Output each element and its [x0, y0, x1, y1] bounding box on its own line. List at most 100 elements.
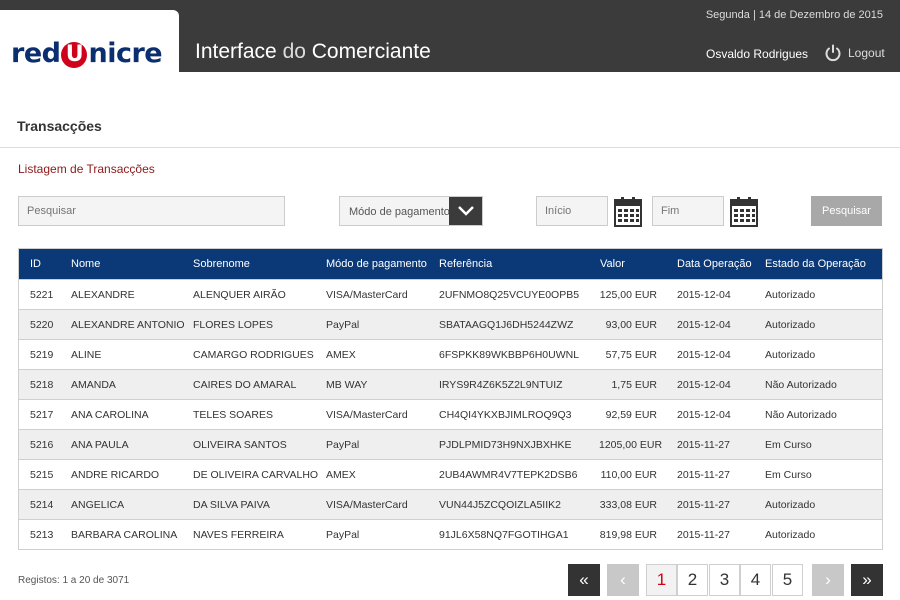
cell-date: 2015-12-04 — [677, 289, 731, 301]
cell-nome: ANGELICA — [71, 499, 125, 511]
column-header-sobrenome[interactable]: Sobrenome — [193, 249, 250, 279]
cell-id: 5221 — [30, 289, 54, 301]
cell-value: 1,75 EUR — [611, 379, 657, 391]
app-title-part-1: Interface — [195, 40, 283, 63]
start-date-input[interactable] — [536, 196, 608, 226]
cell-value: 93,00 EUR — [605, 319, 657, 331]
cell-sobrenome: ALENQUER AIRÃO — [193, 289, 286, 301]
app-title-part-2: do — [282, 40, 306, 63]
first-page-button[interactable]: « — [568, 564, 600, 596]
cell-value: 57,75 EUR — [605, 349, 657, 361]
cell-value: 1205,00 EUR — [599, 439, 663, 451]
calendar-icon[interactable] — [614, 196, 642, 227]
cell-payment-method: VISA/MasterCard — [326, 289, 408, 301]
page-button-3[interactable]: 3 — [709, 564, 740, 596]
column-header-reference[interactable]: Referência — [439, 249, 492, 279]
page-button-5[interactable]: 5 — [772, 564, 803, 596]
column-header-id[interactable]: ID — [30, 249, 41, 279]
table-row[interactable]: 5219 ALINE CAMARGO RODRIGUES AMEX 6FSPKK89WK… — [19, 339, 882, 369]
cell-reference: 2UB4AWMR4V7TEPK2DSB6 — [439, 469, 578, 481]
page-button-1[interactable]: 1 — [646, 564, 677, 596]
cell-date: 2015-11-27 — [677, 499, 730, 511]
user-name[interactable]: Osvaldo Rodrigues — [706, 47, 808, 61]
page-button-2[interactable]: 2 — [677, 564, 708, 596]
cell-nome: ANDRE RICARDO — [71, 469, 160, 481]
cell-sobrenome: DE OLIVEIRA CARVALHO — [193, 469, 319, 481]
table-row[interactable]: 5221 ALEXANDRE ALENQUER AIRÃO VISA/MasterCa… — [19, 279, 882, 309]
cell-sobrenome: TELES SOARES — [193, 409, 273, 421]
column-header-value[interactable]: Valor — [600, 249, 625, 279]
previous-page-button[interactable]: ‹ — [607, 564, 639, 596]
cell-date: 2015-11-27 — [677, 439, 730, 451]
cell-payment-method: VISA/MasterCard — [326, 409, 408, 421]
cell-sobrenome: OLIVEIRA SANTOS — [193, 439, 287, 451]
table-row[interactable]: 5215 ANDRE RICARDO DE OLIVEIRA CARVALHO AME… — [19, 459, 882, 489]
divider — [0, 147, 900, 148]
cell-reference: 2UFNMO8Q25VCUYE0OPB5 — [439, 289, 580, 301]
logo[interactable]: red Unicre — [11, 38, 163, 69]
last-page-button[interactable]: » — [851, 564, 883, 596]
table-header: ID Nome Sobrenome Módo de pagamento Refe… — [19, 249, 882, 279]
cell-id: 5215 — [30, 469, 54, 481]
search-input[interactable] — [18, 196, 285, 226]
cell-status: Autorizado — [765, 529, 816, 541]
logout-button[interactable]: Logout — [824, 44, 885, 62]
table-row[interactable]: 5217 ANA CAROLINA TELES SOARES VISA/MasterC… — [19, 399, 882, 429]
cell-sobrenome: CAMARGO RODRIGUES — [193, 349, 314, 361]
cell-status: Autorizado — [765, 349, 816, 361]
cell-value: 819,98 EUR — [599, 529, 657, 541]
cell-status: Em Curso — [765, 439, 812, 451]
chevron-down-icon[interactable] — [449, 197, 482, 225]
cell-payment-method: AMEX — [326, 349, 356, 361]
cell-sobrenome: CAIRES DO AMARAL — [193, 379, 297, 391]
logo-text-pre: red — [11, 38, 61, 69]
cell-date: 2015-12-04 — [677, 349, 731, 361]
column-header-nome[interactable]: Nome — [71, 249, 100, 279]
table-row[interactable]: 5218 AMANDA CAIRES DO AMARAL MB WAY IRYS9R4Z… — [19, 369, 882, 399]
cell-id: 5214 — [30, 499, 54, 511]
cell-id: 5216 — [30, 439, 54, 451]
cell-reference: PJDLPMID73H9NXJBXHKE — [439, 439, 572, 451]
cell-date: 2015-12-04 — [677, 379, 731, 391]
column-header-payment-method[interactable]: Módo de pagamento — [326, 249, 427, 279]
logo-text-post: nicre — [88, 38, 163, 69]
cell-date: 2015-11-27 — [677, 469, 730, 481]
cell-id: 5218 — [30, 379, 54, 391]
cell-date: 2015-11-27 — [677, 529, 730, 541]
table-row[interactable]: 5220 ALEXANDRE ANTONIO FLORES LOPES PayPal S… — [19, 309, 882, 339]
cell-reference: 91JL6X58NQ7FGOTIHGA1 — [439, 529, 569, 541]
cell-reference: CH4QI4YKXBJIMLROQ9Q3 — [439, 409, 572, 421]
cell-nome: ALINE — [71, 349, 102, 361]
payment-method-select[interactable]: Módo de pagamento — [339, 196, 483, 226]
logo-container: red Unicre — [0, 10, 179, 72]
page-button-4[interactable]: 4 — [740, 564, 771, 596]
column-header-date[interactable]: Data Operação — [677, 249, 752, 279]
cell-payment-method: MB WAY — [326, 379, 368, 391]
power-icon — [825, 44, 841, 62]
next-page-button[interactable]: › — [812, 564, 844, 596]
cell-value: 333,08 EUR — [599, 499, 657, 511]
search-button[interactable]: Pesquisar — [811, 196, 882, 226]
table-row[interactable]: 5213 BARBARA CAROLINA NAVES FERREIRA PayPal… — [19, 519, 882, 549]
table-row[interactable]: 5216 ANA PAULA OLIVEIRA SANTOS PayPal PJDLPM… — [19, 429, 882, 459]
cell-date: 2015-12-04 — [677, 319, 731, 331]
app-title: Interface do Comerciante — [195, 40, 431, 64]
cell-reference: SBATAAGQ1J6DH5244ZWZ — [439, 319, 574, 331]
cell-sobrenome: FLORES LOPES — [193, 319, 273, 331]
cell-sobrenome: DA SILVA PAIVA — [193, 499, 270, 511]
cell-payment-method: VISA/MasterCard — [326, 499, 408, 511]
logo-u-mark: U — [61, 42, 88, 68]
end-date-input[interactable] — [652, 196, 724, 226]
cell-date: 2015-12-04 — [677, 409, 731, 421]
table-row[interactable]: 5214 ANGELICA DA SILVA PAIVA VISA/MasterCar… — [19, 489, 882, 519]
calendar-icon[interactable] — [730, 196, 758, 227]
cell-id: 5219 — [30, 349, 54, 361]
cell-nome: ALEXANDRE ANTONIO — [71, 319, 185, 331]
cell-nome: ANA CAROLINA — [71, 409, 149, 421]
cell-nome: ALEXANDRE — [71, 289, 135, 301]
column-header-status[interactable]: Estado da Operação — [765, 249, 866, 279]
cell-status: Autorizado — [765, 289, 816, 301]
cell-id: 5217 — [30, 409, 54, 421]
cell-value: 110,00 EUR — [600, 469, 657, 481]
section-title: Listagem de Transacções — [18, 162, 155, 176]
